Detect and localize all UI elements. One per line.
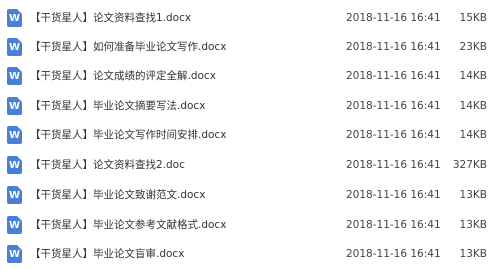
file-modified-date: 2018-11-16 16:41 [346, 100, 441, 112]
word-doc-icon-glyph: W [8, 249, 21, 260]
file-name[interactable]: 【干货星人】毕业论文写作时间安排.docx [30, 127, 226, 143]
file-modified-date: 2018-11-16 16:41 [346, 12, 441, 24]
word-doc-icon-glyph: W [8, 220, 21, 231]
word-doc-icon: W [7, 97, 22, 115]
file-name[interactable]: 【干货星人】如何准备毕业论文写作.docx [30, 39, 226, 55]
file-row[interactable]: W 【干货星人】论文资料查找2.doc 2018-11-16 16:41 327… [0, 150, 499, 180]
file-row[interactable]: W 【干货星人】毕业论文盲审.docx 2018-11-16 16:41 13K… [0, 239, 499, 269]
file-name[interactable]: 【干货星人】毕业论文参考文献格式.docx [30, 217, 226, 233]
word-doc-icon-glyph: W [8, 130, 21, 141]
file-size: 23KB [459, 41, 487, 53]
file-row[interactable]: W 【干货星人】毕业论文致谢范文.docx 2018-11-16 16:41 1… [0, 180, 499, 210]
file-row[interactable]: W 【干货星人】毕业论文摘要写法.docx 2018-11-16 16:41 1… [0, 91, 499, 121]
word-doc-icon-glyph: W [8, 42, 21, 53]
word-doc-icon-glyph: W [8, 71, 21, 82]
file-list: W 【干货星人】论文资料查找1.docx 2018-11-16 16:41 15… [0, 0, 499, 269]
file-size: 14KB [459, 100, 487, 112]
word-doc-icon: W [7, 67, 22, 85]
word-doc-icon-glyph: W [8, 190, 21, 201]
file-size: 14KB [459, 70, 487, 82]
file-modified-date: 2018-11-16 16:41 [346, 248, 441, 260]
word-doc-icon: W [7, 156, 22, 174]
file-size: 13KB [459, 189, 487, 201]
file-name[interactable]: 【干货星人】毕业论文摘要写法.docx [30, 98, 205, 114]
file-name[interactable]: 【干货星人】毕业论文盲审.docx [30, 246, 184, 262]
word-doc-icon: W [7, 126, 22, 144]
file-row[interactable]: W 【干货星人】论文成绩的评定全解.docx 2018-11-16 16:41 … [0, 61, 499, 91]
file-row[interactable]: W 【干货星人】毕业论文写作时间安排.docx 2018-11-16 16:41… [0, 120, 499, 150]
file-size: 14KB [459, 129, 487, 141]
file-size: 327KB [452, 159, 487, 171]
file-name[interactable]: 【干货星人】毕业论文致谢范文.docx [30, 187, 205, 203]
file-name[interactable]: 【干货星人】论文成绩的评定全解.docx [30, 68, 216, 84]
word-doc-icon: W [7, 216, 22, 234]
file-modified-date: 2018-11-16 16:41 [346, 219, 441, 231]
file-name[interactable]: 【干货星人】论文资料查找1.docx [30, 10, 191, 26]
file-modified-date: 2018-11-16 16:41 [346, 129, 441, 141]
word-doc-icon-glyph: W [8, 101, 21, 112]
file-size: 15KB [459, 12, 487, 24]
file-modified-date: 2018-11-16 16:41 [346, 159, 441, 171]
file-size: 13KB [459, 248, 487, 260]
word-doc-icon: W [7, 9, 22, 27]
file-row[interactable]: W 【干货星人】毕业论文参考文献格式.docx 2018-11-16 16:41… [0, 210, 499, 240]
file-modified-date: 2018-11-16 16:41 [346, 70, 441, 82]
word-doc-icon: W [7, 186, 22, 204]
file-row[interactable]: W 【干货星人】如何准备毕业论文写作.docx 2018-11-16 16:41… [0, 32, 499, 62]
word-doc-icon-glyph: W [8, 160, 21, 171]
file-modified-date: 2018-11-16 16:41 [346, 41, 441, 53]
file-name[interactable]: 【干货星人】论文资料查找2.doc [30, 157, 185, 173]
word-doc-icon-glyph: W [8, 13, 21, 24]
file-modified-date: 2018-11-16 16:41 [346, 189, 441, 201]
word-doc-icon: W [7, 38, 22, 56]
file-size: 13KB [459, 219, 487, 231]
word-doc-icon: W [7, 245, 22, 263]
file-row[interactable]: W 【干货星人】论文资料查找1.docx 2018-11-16 16:41 15… [0, 3, 499, 33]
